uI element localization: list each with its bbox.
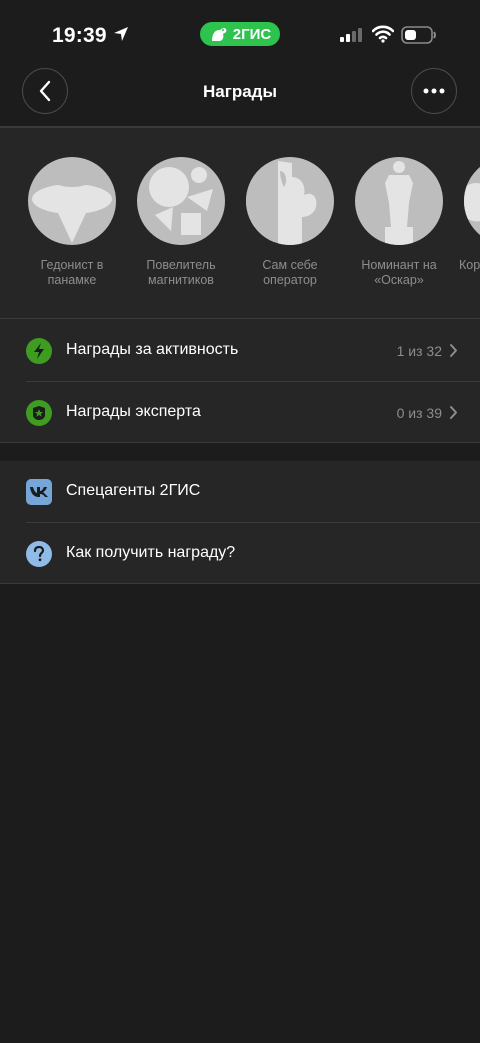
wifi-icon <box>372 25 394 43</box>
more-button[interactable] <box>411 68 457 114</box>
page-title: Награды <box>203 82 277 101</box>
nav-bar: Награды <box>0 66 480 126</box>
partial-badge-icon <box>464 157 480 245</box>
brand-name: 2ГИС <box>232 25 272 43</box>
activity-awards-row[interactable]: Награды за активность 1 из 32 <box>0 320 480 381</box>
location-arrow-icon <box>114 27 128 41</box>
award-label: Номинант на «Оскар» <box>361 258 437 287</box>
expert-awards-row[interactable]: Награды эксперта 0 из 39 <box>0 382 480 443</box>
battery-icon <box>401 26 436 44</box>
chevron-right-icon <box>450 406 457 419</box>
row-label: Спецагенты 2ГИС <box>66 482 201 499</box>
awards-categories-section: Награды за активность 1 из 32 Награды эк… <box>0 318 480 443</box>
award-item[interactable]: Сам себе оператор <box>235 157 345 288</box>
awards-carousel[interactable]: Гедонист в панамке Повелитель магнитиков… <box>0 128 480 318</box>
shield-star-icon <box>26 400 52 426</box>
magnets-badge-icon <box>137 157 225 245</box>
section-divider <box>0 583 480 584</box>
mascot-icon <box>211 28 227 41</box>
chevron-right-icon <box>450 344 457 357</box>
award-label: Сам себе оператор <box>262 258 318 287</box>
vk-icon <box>26 479 52 505</box>
panama-hat-badge-icon <box>28 157 116 245</box>
lightning-icon <box>26 338 52 364</box>
award-item[interactable]: Повелитель магнитиков <box>126 157 236 288</box>
camera-operator-badge-icon <box>246 157 334 245</box>
help-section: Спецагенты 2ГИС Как получить награду? <box>0 461 480 584</box>
oscar-statue-badge-icon <box>355 157 443 245</box>
brand-pill[interactable]: 2ГИС <box>200 22 280 46</box>
status-time: 19:39 <box>52 24 107 47</box>
row-label: Как получить награду? <box>66 544 236 561</box>
cellular-signal-icon <box>340 28 362 42</box>
row-count: 1 из 32 <box>396 343 442 359</box>
status-bar: 19:39 2ГИС <box>0 0 480 66</box>
award-label: Повелитель магнитиков <box>146 258 216 287</box>
row-label: Награды эксперта <box>66 403 201 420</box>
section-divider <box>0 442 480 443</box>
award-item[interactable]: Номинант на «Оскар» <box>344 157 454 288</box>
row-count: 0 из 39 <box>396 405 442 421</box>
award-item[interactable]: Гедонист в панамке <box>17 157 127 288</box>
award-item[interactable]: Кор <box>453 157 480 273</box>
special-agents-row[interactable]: Спецагенты 2ГИС <box>0 461 480 522</box>
question-icon <box>26 541 52 567</box>
row-label: Награды за активность <box>66 341 239 358</box>
how-to-get-award-row[interactable]: Как получить награду? <box>0 523 480 584</box>
ellipsis-icon <box>423 88 445 94</box>
award-label: Гедонист в панамке <box>40 258 104 287</box>
award-label: Кор <box>459 258 480 272</box>
